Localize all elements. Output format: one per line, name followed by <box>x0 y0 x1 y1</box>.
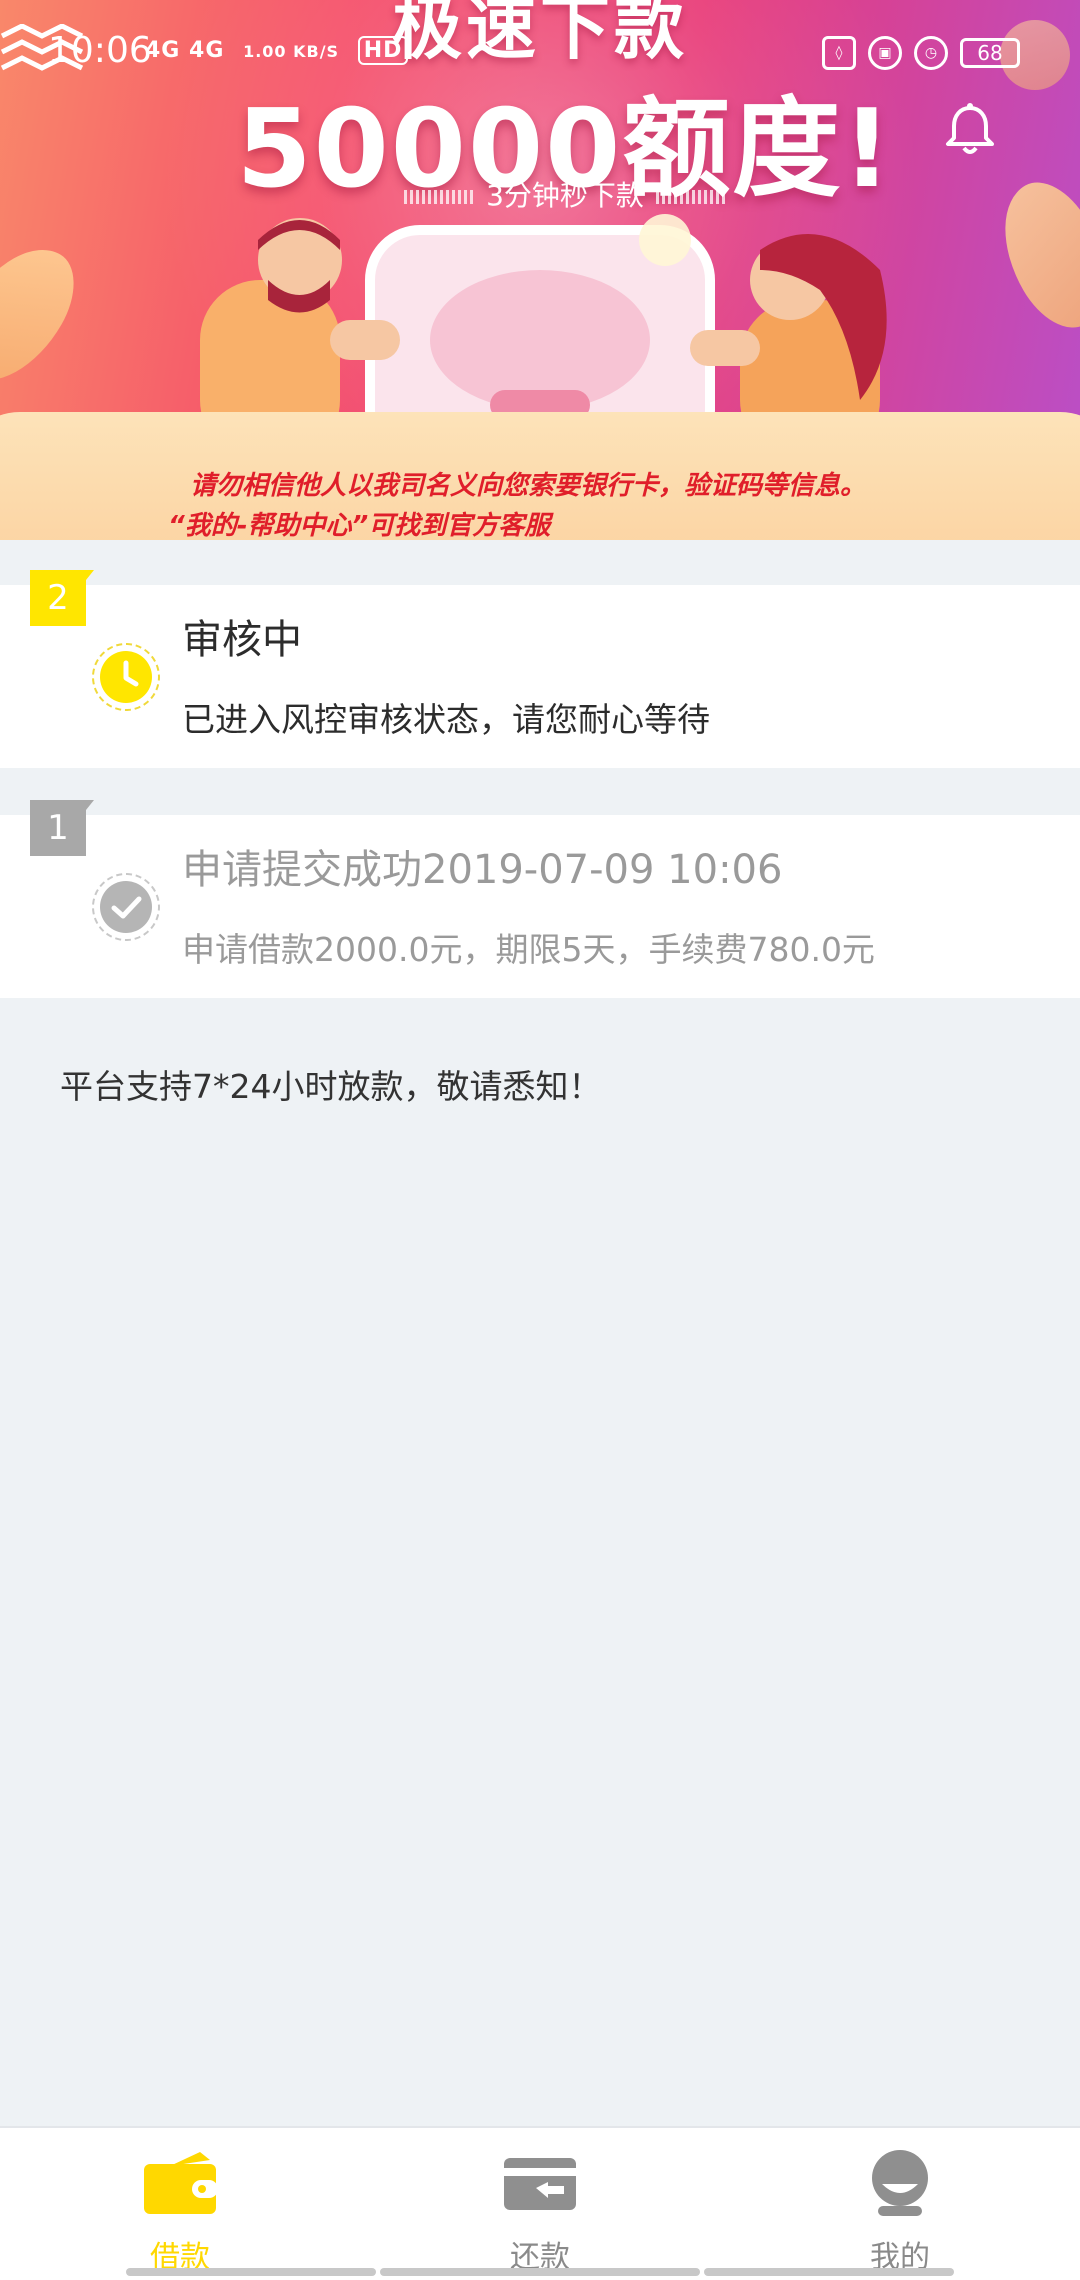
step-title: 审核中 <box>182 617 302 663</box>
user-icon <box>872 2150 928 2216</box>
bell-icon[interactable] <box>940 100 1000 160</box>
check-icon <box>100 881 152 933</box>
home-indicator-left <box>126 2268 376 2276</box>
vibrate-icon: ◊ <box>822 36 856 70</box>
loan-notice: 平台支持7*24小时放款，敬请悉知！ <box>60 1067 602 1106</box>
battery-level: 68 <box>977 41 1003 65</box>
step-badge-1: 1 <box>30 800 94 856</box>
step-icon-wrapper <box>92 643 160 711</box>
nav-tab-repay[interactable]: 还款 <box>430 2148 650 2276</box>
status-right-icons: ◊ ▣ ◷ 68 <box>822 36 1020 70</box>
step-description: 已进入风控审核状态，请您耐心等待 <box>182 700 710 739</box>
status-time: 10:06 <box>48 30 152 71</box>
alarm-icon: ◷ <box>914 36 948 70</box>
step-description: 申请借款2000.0元，期限5天，手续费780.0元 <box>182 930 875 969</box>
fraud-warning: 请勿相信他人以我司名义向您索要银行卡，验证码等信息。 “我的-帮助中心”可找到官… <box>168 466 1070 540</box>
signal-icon: 4G 4G <box>145 38 225 63</box>
network-speed: 1.00 KB/S <box>243 42 340 61</box>
home-indicator-right <box>704 2268 954 2276</box>
step-reviewing: 审核中 已进入风控审核状态，请您耐心等待 <box>0 585 1080 768</box>
banner-subline-text: 3分钟秒下款 <box>486 179 644 212</box>
step-title: 申请提交成功2019-07-09 10:06 <box>182 847 783 893</box>
banner-subline: 3分钟秒下款 <box>0 174 1080 214</box>
nav-tab-borrow[interactable]: 借款 <box>70 2148 290 2276</box>
status-signals: 4G 4G 1.00 KB/S HD <box>145 36 409 65</box>
banner-dots-right <box>655 190 726 204</box>
hd-icon: HD <box>357 36 409 65</box>
clock-icon <box>100 651 152 703</box>
battery-icon: 68 <box>960 38 1020 68</box>
lock-rotation-icon: ▣ <box>868 36 902 70</box>
wallet-icon <box>144 2152 218 2214</box>
step-badge-2: 2 <box>30 570 94 626</box>
bottom-nav: 借款 还款 我的 <box>0 2126 1080 2280</box>
home-indicator-middle <box>380 2268 700 2276</box>
card-return-icon <box>504 2158 576 2210</box>
fraud-warning-line2: “我的-帮助中心”可找到官方客服 <box>168 511 551 540</box>
fraud-warning-line1: 请勿相信他人以我司名义向您索要银行卡，验证码等信息。 <box>190 471 867 501</box>
nav-tab-mine[interactable]: 我的 <box>790 2148 1010 2276</box>
banner-dots-left <box>404 190 475 204</box>
step-submitted: 申请提交成功2019-07-09 10:06 申请借款2000.0元，期限5天，… <box>0 815 1080 998</box>
status-bar: 10:06 4G 4G 1.00 KB/S HD ◊ ▣ ◷ 68 <box>0 0 1080 110</box>
step-icon-wrapper <box>92 873 160 941</box>
